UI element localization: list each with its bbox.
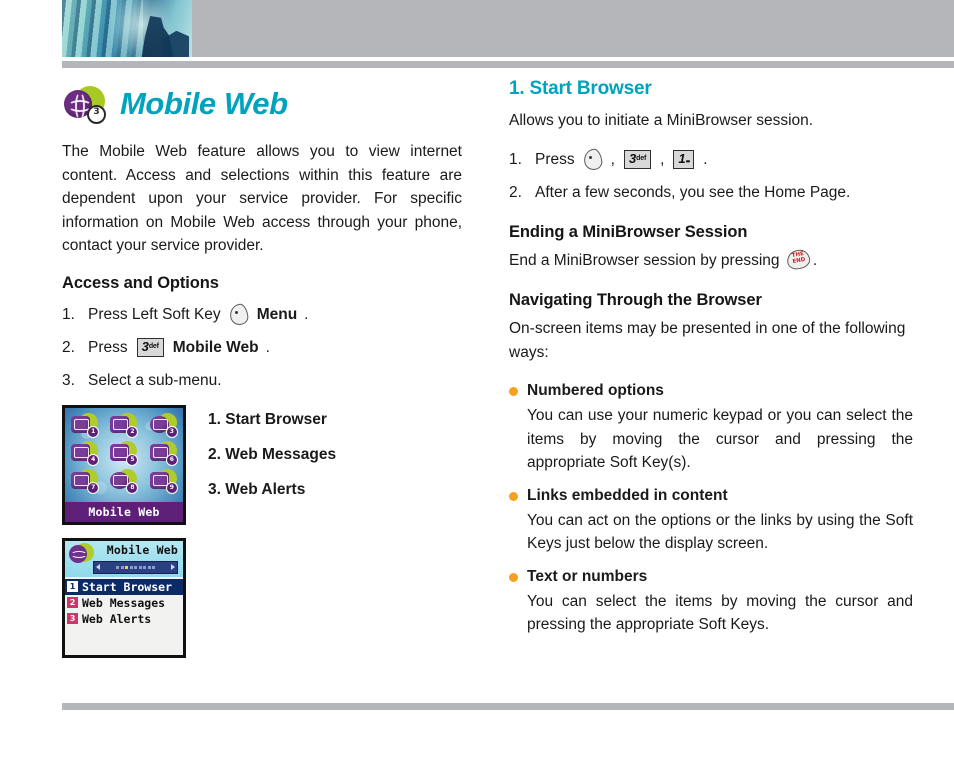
phone-screenshot-grid: 1 2 3 4 5 6 7 8 9 Mobile Web [62, 404, 186, 525]
menu-icon-settings-phone: 5 [109, 441, 139, 466]
list-item[interactable]: 3 Web Alerts [65, 611, 183, 627]
intro-paragraph: The Mobile Web feature allows you to vie… [62, 143, 462, 254]
comma-separator: , [660, 150, 665, 168]
step-number: 2. [62, 338, 75, 356]
menu-icon-media: 6 [149, 441, 178, 466]
footer-divider-rule [62, 703, 954, 710]
menu-icon-messages: 1 [70, 413, 100, 438]
start-browser-heading: 1. Start Browser [509, 78, 652, 99]
menu-item-labels: 1. Start Browser 2. Web Messages 3. Web … [208, 405, 336, 516]
step-text: Press Left Soft Key [88, 305, 221, 323]
menu-icon-phone-info: 9 [149, 469, 178, 494]
soft-key-icon [228, 302, 250, 327]
access-and-options-steps: 1. Press Left Soft Key Menu. 2. Press 3d… [62, 302, 462, 392]
list-item-label: Web Messages [82, 595, 166, 610]
menu-list-screenshot-row: Mobile Web 1 Start Browser 2 Web Message… [62, 537, 462, 658]
access-and-options-heading: Access and Options [62, 273, 219, 292]
menu-label-start-browser: 1. Start Browser [208, 410, 327, 428]
phone-menu-icon-grid: 1 2 3 4 5 6 7 8 9 [65, 412, 183, 496]
comma-separator: , [610, 150, 615, 168]
phone-list-title: Mobile Web [106, 542, 178, 557]
list-item-number: 2 [67, 597, 78, 608]
ending-session-heading: Ending a MiniBrowser Session [509, 222, 748, 241]
right-column: 1. Start Browser Allows you to initiate … [509, 78, 913, 637]
list-item[interactable]: 2 Web Messages [65, 595, 183, 611]
bullet-dot-icon [509, 387, 518, 396]
bullet-links-embedded: Links embedded in content You can act on… [509, 485, 913, 556]
bullet-body: You can use your numeric keypad or you c… [527, 407, 913, 471]
phone-screenshot-list: Mobile Web 1 Start Browser 2 Web Message… [62, 537, 186, 658]
bullet-text-or-numbers: Text or numbers You can select the items… [509, 566, 913, 637]
list-item-number: 1 [67, 581, 78, 592]
key-1-icon: 1•• [673, 150, 695, 169]
bullet-dot-icon [509, 572, 518, 582]
ending-session-text: End a MiniBrowser session by pressing TH… [509, 247, 913, 273]
step-number: 2. [509, 183, 522, 201]
step-text: Press [88, 338, 128, 356]
bullet-title: Text or numbers [527, 567, 648, 585]
header-photo [62, 0, 192, 57]
key-3-def-icon: 3def [623, 150, 652, 169]
globe-icon-badge: 3 [87, 105, 106, 124]
list-item-label: Web Alerts [82, 611, 152, 626]
menu-icon-gear-settings: 8 [109, 469, 139, 494]
step-text: After a few seconds, you see the Home Pa… [535, 183, 851, 201]
step-emphasis: Mobile Web [172, 338, 259, 356]
start-browser-steps: 1. Press , 3def , 1•• . 2. After a few s… [509, 147, 913, 204]
step-item: 2. After a few seconds, you see the Home… [509, 182, 913, 204]
navigating-intro: On-screen items may be presented in one … [509, 320, 906, 361]
bullet-numbered-options: Numbered options You can use your numeri… [509, 380, 913, 475]
step-item: 1. Press , 3def , 1•• . [509, 147, 913, 172]
step-item: 1. Press Left Soft Key Menu. [62, 302, 462, 327]
page-title-row: 3 Mobile Web [62, 84, 462, 124]
bullet-dot-icon [509, 491, 518, 501]
header-gray-band [192, 0, 954, 57]
bullet-body: You can select the items by moving the c… [527, 592, 913, 634]
navigating-heading: Navigating Through the Browser [509, 291, 762, 309]
step-period: . [703, 150, 708, 168]
phone-screen-footer-label: Mobile Web [65, 501, 183, 522]
key-3-def-icon: 3def [136, 338, 164, 357]
menu-grid-screenshot-row: 1 2 3 4 5 6 7 8 9 Mobile Web 1. Start Br… [62, 404, 462, 525]
step-period: . [265, 338, 270, 356]
header-divider-rule [62, 61, 954, 68]
page-title: Mobile Web [120, 86, 288, 121]
phone-list-rows: 1 Start Browser 2 Web Messages 3 Web Ale… [65, 577, 183, 627]
list-item-label: Start Browser [82, 579, 173, 594]
bullet-body: You can act on the options or the links … [527, 511, 913, 553]
menu-label-web-messages: 2. Web Messages [208, 445, 337, 463]
scroll-left-arrow-icon [96, 563, 100, 570]
list-item[interactable]: 1 Start Browser [65, 578, 183, 595]
left-column: 3 Mobile Web The Mobile Web feature allo… [62, 84, 462, 658]
step-number: 3. [62, 371, 75, 389]
step-emphasis: Menu [256, 305, 298, 323]
step-text: Press [535, 150, 575, 168]
step-item: 2. Press 3def Mobile Web. [62, 337, 462, 359]
step-number: 1. [509, 150, 522, 168]
menu-icon-tools: 7 [70, 469, 100, 494]
menu-icon-contacts: 4 [70, 441, 100, 466]
menu-icon-mobile-web: 3 [149, 413, 178, 438]
step-item: 3. Select a sub-menu. [62, 370, 462, 392]
end-key-icon: THE END [785, 247, 812, 271]
globe-icon: 3 [62, 84, 108, 124]
bullet-title: Links embedded in content [527, 486, 728, 504]
scroll-right-arrow-icon [171, 563, 175, 570]
bullet-title: Numbered options [527, 382, 664, 399]
ending-session-text-post: . [812, 251, 818, 269]
phone-list-header: Mobile Web [65, 540, 183, 577]
phone-list-globe-icon [69, 542, 94, 565]
step-number: 1. [62, 305, 75, 323]
menu-label-web-alerts: 3. Web Alerts [208, 480, 306, 498]
soft-key-icon [582, 147, 603, 172]
ending-session-text-pre: End a MiniBrowser session by pressing [509, 251, 780, 269]
list-item-number: 3 [67, 613, 78, 624]
start-browser-intro: Allows you to initiate a MiniBrowser ses… [509, 112, 814, 129]
phone-list-scroll-indicator [93, 560, 178, 574]
step-text: Select a sub-menu. [88, 371, 222, 389]
menu-icon-recent-calls: 2 [109, 413, 139, 438]
step-period: . [304, 305, 309, 323]
